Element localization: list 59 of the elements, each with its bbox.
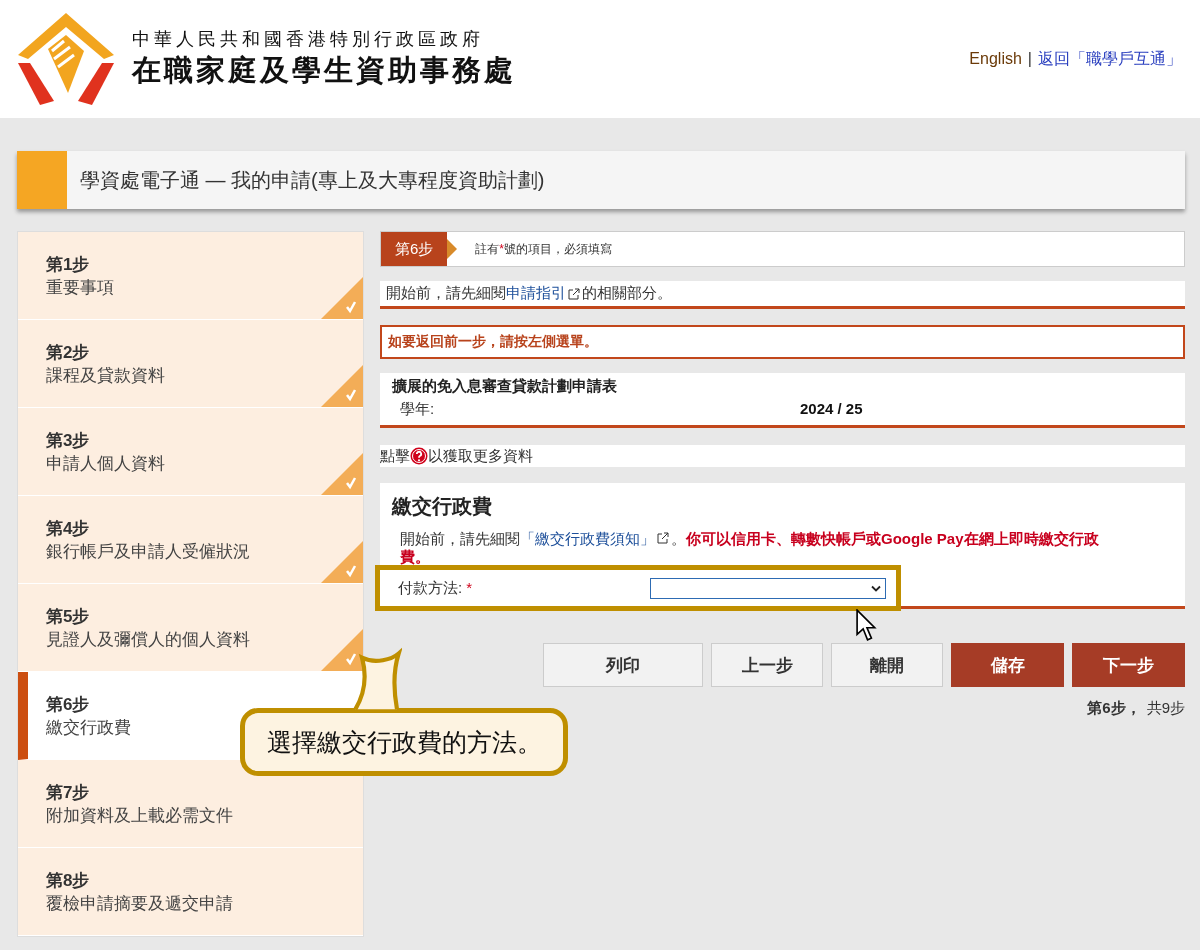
- help-text: 點擊: [380, 446, 410, 466]
- step-number: 第5步: [46, 605, 91, 628]
- section-title: 繳交行政費: [392, 494, 493, 519]
- caret-icon: [871, 584, 881, 592]
- section-intro: 開始前，請先細閱「繳交行政費須知」 。你可以信用卡、轉數快帳戶或Google Pay在網上即時繳交行政費。: [400, 530, 1100, 566]
- step-badge: 第6步: [381, 232, 448, 266]
- secondary-button[interactable]: 上一步: [711, 643, 823, 687]
- step-label: 附加資料及上載必需文件: [46, 804, 234, 827]
- help-icon[interactable]: [410, 447, 428, 465]
- step-label: 銀行帳戶及申請人受僱狀況: [46, 540, 251, 563]
- guide-text: 開始前，請先細閱: [386, 284, 506, 303]
- step-number: 第8步: [46, 869, 91, 892]
- step-menu-item[interactable]: 第8步 覆檢申請摘要及遞交申請: [18, 848, 363, 936]
- step-number: 第3步: [46, 429, 91, 452]
- step-menu-item[interactable]: 第7步 附加資料及上載必需文件: [18, 760, 363, 848]
- step-label: 課程及貸款資料: [46, 364, 166, 387]
- guide-link[interactable]: 申請指引: [506, 284, 566, 303]
- secondary-button[interactable]: 列印: [543, 643, 703, 687]
- primary-button[interactable]: 下一步: [1072, 643, 1185, 687]
- step-number: 第6步: [46, 693, 91, 716]
- external-link-icon: [657, 532, 669, 544]
- primary-button[interactable]: 儲存: [951, 643, 1064, 687]
- current-step-text: 第6步，: [1087, 699, 1141, 718]
- step-label: 繳交行政費: [46, 716, 132, 739]
- field-value: 2024 / 25: [800, 400, 863, 419]
- form-title: 擴展的免入息審查貸款計劃申請表: [392, 377, 618, 396]
- step-menu-item[interactable]: 第5步 見證人及彌償人的個人資料: [18, 584, 363, 672]
- help-text: 以獲取更多資料: [428, 446, 533, 466]
- step-number: 第1步: [46, 253, 91, 276]
- page-title: 學資處電子通 — 我的申請(專上及大專程度資助計劃): [80, 167, 545, 193]
- required-note: 註有*號的項目，必須填寫: [475, 240, 612, 258]
- step-menu-item[interactable]: 第4步 銀行帳戶及申請人受僱狀況: [18, 496, 363, 584]
- badge-arrow-icon: [447, 239, 458, 259]
- total-steps-text: 共9步: [1146, 699, 1185, 718]
- title-accent-block: [17, 151, 67, 209]
- guide-text: 的相關部分。: [582, 284, 672, 303]
- payment-method-dropdown[interactable]: [650, 577, 886, 599]
- header-link[interactable]: English: [969, 50, 1022, 68]
- government-name: 中華人民共和國香港特別行政區政府: [132, 28, 485, 51]
- step-number: 第2步: [46, 341, 91, 364]
- step-number: 第4步: [46, 517, 91, 540]
- field-label: 學年:: [400, 400, 436, 419]
- step-label: 覆檢申請摘要及遞交申請: [46, 892, 234, 915]
- warning-message: 如要返回前一步，請按左側選單。: [380, 325, 1185, 359]
- external-link-icon: [568, 287, 580, 300]
- secondary-button[interactable]: 離開: [831, 643, 943, 687]
- step-number: 第7步: [46, 781, 91, 804]
- fee-notice-link[interactable]: 「繳交行政費須知」: [520, 530, 655, 547]
- department-name: 在職家庭及學生資助事務處: [132, 53, 516, 88]
- step-label: 重要事項: [46, 276, 115, 299]
- step-menu-item[interactable]: 第3步 申請人個人資料: [18, 408, 363, 496]
- step-label: 見證人及彌償人的個人資料: [46, 628, 251, 651]
- step-menu-item[interactable]: 第1步 重要事項: [18, 232, 363, 320]
- header-link[interactable]: 返回「職學戶互通」: [1038, 48, 1182, 70]
- step-menu-item[interactable]: 第2步 課程及貸款資料: [18, 320, 363, 408]
- mouse-pointer-icon: [856, 609, 878, 642]
- payment-method-label: 付款方法: *: [398, 578, 474, 598]
- link-separator: |: [1027, 50, 1032, 68]
- step-label: 申請人個人資料: [46, 452, 166, 475]
